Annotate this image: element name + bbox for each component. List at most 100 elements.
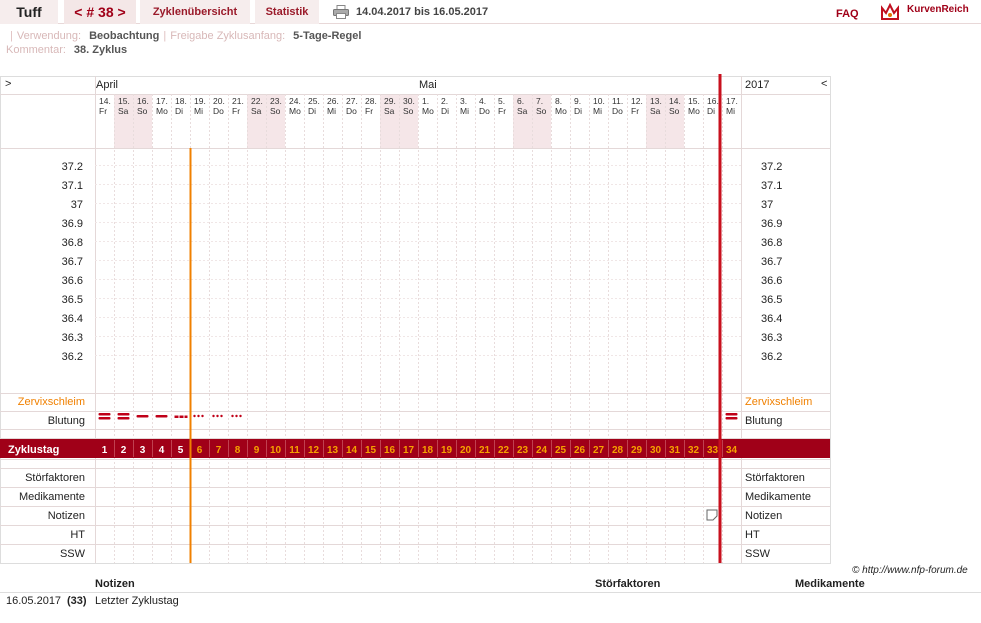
month-label: Mai: [419, 79, 437, 91]
cycle-day-number: 6: [197, 445, 203, 456]
cycle-day-number: 8: [235, 445, 241, 456]
chart-frame: [0, 76, 831, 564]
disturbances-label: Störfaktoren: [25, 472, 85, 484]
day-number: 14.: [99, 96, 111, 106]
day-number: 17.: [156, 96, 168, 106]
nav-next-button: <: [821, 78, 827, 90]
day-number: 1.: [422, 96, 429, 106]
disturbances-label-right: Störfaktoren: [745, 472, 805, 484]
cycle-day-label: Zyklustag: [8, 444, 59, 456]
cycle-day-number: 26: [574, 445, 586, 456]
ssw-label-right: SSW: [745, 548, 771, 560]
day-number: 16.: [707, 96, 719, 106]
weekday-label: Fr: [498, 106, 506, 116]
day-number: 26.: [327, 96, 339, 106]
cycle-day-number: 12: [308, 445, 320, 456]
day-number: 2.: [441, 96, 448, 106]
disturbances-header: Störfaktoren: [595, 578, 661, 590]
day-number: 29.: [384, 96, 396, 106]
note-cycle-day: (33): [67, 595, 87, 607]
temp-tick-right: 36.2: [761, 351, 782, 363]
bleeding-medium: [136, 415, 149, 418]
day-number: 15.: [118, 96, 130, 106]
day-number: 19.: [194, 96, 206, 106]
weekday-label: Mo: [688, 106, 700, 116]
bleeding-heavy: [117, 417, 130, 420]
temp-tick-left: 36.2: [62, 351, 83, 363]
temp-tick-left: 36.5: [62, 294, 83, 306]
day-number: 23.: [270, 96, 282, 106]
cycle-day-number: 2: [121, 445, 127, 456]
ht-label: HT: [70, 529, 85, 541]
nav-prev-button: >: [5, 78, 11, 90]
cycle-day-number: 28: [612, 445, 624, 456]
note-row: 16.05.2017 (33) Letzter Zyklustag: [0, 592, 981, 610]
bleeding-light: [184, 415, 188, 418]
day-number: 6.: [517, 96, 524, 106]
bleeding-heavy: [117, 413, 130, 416]
cervical-label: Zervixschleim: [18, 396, 85, 408]
temp-tick-left: 37.2: [62, 161, 83, 173]
bleeding-heavy: [725, 417, 738, 420]
weekday-label: Fr: [232, 106, 240, 116]
weekday-label: Do: [346, 106, 357, 116]
weekday-label: So: [137, 106, 148, 116]
weekday-label: Sa: [118, 106, 129, 116]
weekday-label: Fr: [99, 106, 107, 116]
weekday-label: Mo: [555, 106, 567, 116]
weekday-label: Fr: [631, 106, 639, 116]
cycle-day-number: 17: [403, 445, 415, 456]
month-label: April: [96, 79, 118, 91]
cycle-day-number: 7: [216, 445, 222, 456]
temp-tick-left: 36.7: [62, 256, 83, 268]
bleeding-heavy: [98, 413, 111, 416]
notes-label: Notizen: [48, 510, 85, 522]
weekday-label: Di: [441, 106, 449, 116]
notes-header: Notizen: [95, 578, 135, 590]
day-number: 13.: [650, 96, 662, 106]
cycle-day-number: 21: [479, 445, 491, 456]
weekday-label: Mo: [156, 106, 168, 116]
cycle-day-number: 5: [178, 445, 184, 456]
bleeding-spotting: [197, 414, 200, 418]
temp-tick-left: 36.8: [62, 237, 83, 249]
cycle-day-number: 25: [555, 445, 567, 456]
bleeding-medium: [155, 415, 168, 418]
copyright: © http://www.nfp-forum.de: [852, 565, 968, 576]
temp-tick-left: 36.4: [62, 313, 83, 325]
cycle-day-number: 27: [593, 445, 605, 456]
note-date: 16.05.2017: [6, 595, 62, 607]
bleeding-label-right: Blutung: [745, 415, 782, 427]
weekday-label: Sa: [384, 106, 395, 116]
ht-label-right: HT: [745, 529, 760, 541]
temp-tick-left: 36.3: [62, 332, 83, 344]
cycle-day-number: 4: [159, 445, 165, 456]
day-number: 21.: [232, 96, 244, 106]
temp-tick-left: 36.9: [62, 218, 83, 230]
weekday-label: Mi: [593, 106, 602, 116]
temp-tick-right: 36.6: [761, 275, 782, 287]
weekday-label: So: [669, 106, 680, 116]
medication-label-right: Medikamente: [745, 491, 811, 503]
bleeding-spotting: [201, 414, 204, 418]
cycle-day-number: 11: [289, 445, 300, 456]
temp-tick-left: 36.6: [62, 275, 83, 287]
day-number: 28.: [365, 96, 377, 106]
cycle-day-number: 22: [498, 445, 510, 456]
day-number: 24.: [289, 96, 301, 106]
cycle-day-number: 15: [365, 445, 377, 456]
day-number: 30.: [403, 96, 415, 106]
cycle-day-number: 18: [422, 445, 434, 456]
day-number: 7.: [536, 96, 543, 106]
medication-header: Medikamente: [795, 578, 865, 590]
cycle-day-number: 31: [669, 445, 681, 456]
weekday-label: Di: [308, 106, 316, 116]
weekday-label: Mi: [327, 106, 336, 116]
cycle-day-number: 33: [707, 445, 719, 456]
note-text: Letzter Zyklustag: [95, 595, 179, 607]
temp-tick-right: 36.3: [761, 332, 782, 344]
temp-tick-right: 37.2: [761, 161, 782, 173]
cycle-day-number: 9: [254, 445, 260, 456]
temp-tick-right: 36.8: [761, 237, 782, 249]
weekday-label: Di: [574, 106, 582, 116]
